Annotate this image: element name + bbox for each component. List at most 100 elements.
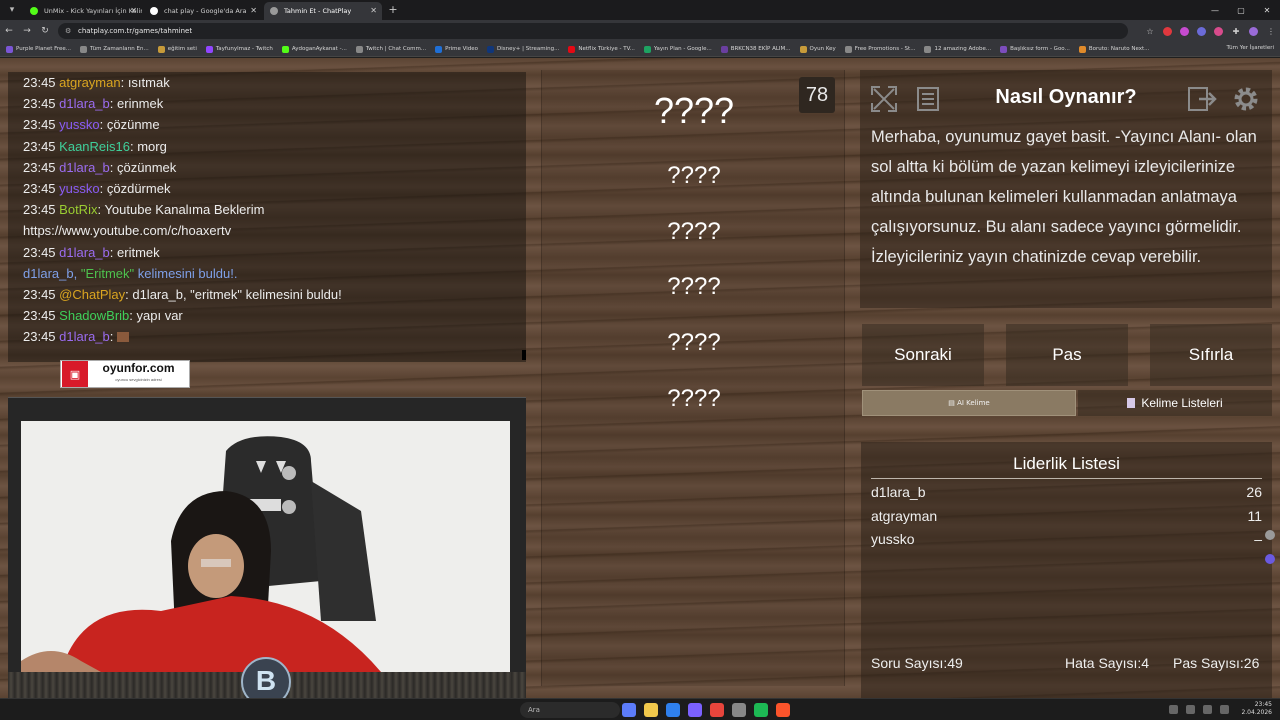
taskbar-search[interactable]: Ara: [520, 702, 620, 718]
chat-message: https://www.youtube.com/c/hoaxertv: [23, 223, 232, 239]
chat-message: 23:45 KaanReis16: morg: [23, 138, 167, 154]
close-tab-icon[interactable]: ✕: [250, 2, 257, 20]
leaderboard-row: yussko –: [871, 531, 1262, 547]
chat-message: 23:45 yussko: çözdürmek: [23, 181, 171, 197]
chat-username: d1lara_b: [59, 329, 110, 345]
bookmark-item[interactable]: AydoganAykanat -...: [281, 45, 347, 53]
bookmark-item[interactable]: Tayfunylmaz - Twitch: [205, 45, 273, 53]
extension-icon[interactable]: [1180, 26, 1189, 36]
chat-message: 23:45 atgrayman: ısıtmak: [23, 75, 170, 90]
url-input[interactable]: ⚙ chatplay.com.tr/games/tahminet: [58, 23, 1128, 39]
bookmark-item[interactable]: Disney+ | Streaming...: [487, 45, 559, 53]
bookmark-item[interactable]: Başlıksız form - Goo...: [1000, 45, 1070, 53]
window-controls: — ▢ ✕: [1202, 0, 1280, 20]
close-tab-icon[interactable]: ✕: [130, 2, 137, 20]
bookmark-item[interactable]: BRKCN38 EKİP ALIM...: [720, 45, 791, 53]
extension-icon[interactable]: [1163, 26, 1172, 36]
chatplay-icon: [270, 7, 278, 15]
reload-icon[interactable]: ↻: [36, 26, 54, 36]
discord-icon[interactable]: [1265, 554, 1275, 564]
webcam-frame: B: [8, 397, 526, 698]
extension-icon[interactable]: [1214, 26, 1223, 36]
maximize-icon[interactable]: ▢: [1228, 6, 1254, 15]
clock[interactable]: 23:45 2.04.2026: [1241, 701, 1272, 717]
exit-icon[interactable]: [1186, 83, 1218, 115]
bookmark-item[interactable]: Purple Planet Free...: [6, 45, 71, 53]
discord-icon[interactable]: [688, 703, 702, 717]
reset-button[interactable]: Sıfırla: [1150, 324, 1272, 386]
back-icon[interactable]: ←: [0, 26, 18, 36]
word-lists-button[interactable]: Kelime Listeleri: [1078, 390, 1272, 416]
tray-icon[interactable]: [1169, 704, 1179, 714]
ai-icon: ▤: [948, 399, 958, 407]
tab-title: Tahmin Et - ChatPlay: [284, 7, 352, 15]
bookmark-item[interactable]: Oyun Key: [799, 45, 836, 53]
how-to-play-text: Merhaba, oyunumuz gayet basit. -Yayıncı …: [871, 128, 1257, 266]
settings-gear-icon[interactable]: [1230, 83, 1262, 115]
chat-username: d1lara_b: [59, 96, 110, 112]
extension-icon[interactable]: [1265, 530, 1275, 540]
twitch-icon: ▣: [62, 361, 88, 387]
chat-message: 23:45 ShadowBrib: yapı var: [23, 308, 183, 324]
pass-count: Pas Sayısı:26: [1173, 655, 1260, 671]
bookmark-item[interactable]: 12 amazing Adobe...: [924, 45, 991, 53]
bookmark-icon: [720, 45, 728, 53]
bookmark-item[interactable]: Netflix Türkiye - TV...: [568, 45, 635, 53]
bookmark-item[interactable]: Free Promotions - St...: [844, 45, 915, 53]
minimize-icon[interactable]: —: [1202, 6, 1228, 15]
all-bookmarks-link[interactable]: Tüm Yer İşaretleri: [1227, 45, 1274, 51]
profile-avatar[interactable]: [1249, 26, 1258, 36]
chat-username: yussko: [59, 117, 100, 133]
forward-icon[interactable]: →: [18, 26, 36, 36]
google-icon: [150, 7, 158, 15]
forbidden-word: ????: [667, 329, 721, 356]
puzzle-icon[interactable]: ✚: [1227, 27, 1245, 36]
task-view-icon[interactable]: [622, 703, 636, 717]
chat-username: @ChatPlay: [59, 287, 126, 303]
volume-icon[interactable]: [1220, 704, 1230, 714]
bookmark-item[interactable]: Twitch | Chat Comm...: [355, 45, 426, 53]
bookmark-item[interactable]: eğitim seti: [157, 45, 197, 53]
bookmark-icon: [924, 45, 932, 53]
tab-unmix[interactable]: UnMix - Kick Yayınları İçin Kelim ✕: [24, 2, 142, 20]
forms-icon: [1000, 45, 1008, 53]
bookmark-star-icon[interactable]: ☆: [1141, 27, 1159, 36]
tab-search-icon[interactable]: ▾: [0, 0, 24, 20]
file-explorer-icon[interactable]: [644, 703, 658, 717]
pass-button[interactable]: Pas: [1006, 324, 1128, 386]
target-word: ????: [653, 90, 735, 131]
chat-message: 23:45 d1lara_b: çözünmek: [23, 159, 177, 175]
bookmark-item[interactable]: Tüm Zamanların En...: [80, 45, 149, 53]
extension-icon[interactable]: [1197, 26, 1206, 36]
chat-message: 23:45 d1lara_b:: [23, 326, 526, 347]
bookmark-item[interactable]: Boruto: Naruto Next...: [1078, 45, 1149, 53]
tab-title: chat play - Google'da Ara: [164, 7, 247, 15]
close-tab-icon[interactable]: ✕: [370, 2, 377, 20]
spotify-icon[interactable]: [754, 703, 768, 717]
brave-icon[interactable]: [776, 703, 790, 717]
game-page: 23:45 atgrayman: ısıtmak 23:45 d1lara_b:…: [0, 58, 1280, 698]
forbidden-word: ????: [667, 162, 721, 189]
new-tab-button[interactable]: +: [384, 2, 402, 20]
site-info-icon[interactable]: ⚙: [65, 23, 71, 39]
app-icon[interactable]: [666, 703, 680, 717]
next-button[interactable]: Sonraki: [862, 324, 984, 386]
wifi-icon[interactable]: [1203, 704, 1213, 714]
extensions-area: ☆ ✚ ⋮: [1141, 23, 1280, 39]
tab-title: UnMix - Kick Yayınları İçin Kelim: [44, 7, 142, 15]
bookmark-item[interactable]: Yayın Plan - Google...: [643, 45, 712, 53]
tab-google-search[interactable]: chat play - Google'da Ara ✕: [144, 2, 262, 20]
app-icon[interactable]: [732, 703, 746, 717]
chrome-icon[interactable]: [710, 703, 724, 717]
chat-scrollbar[interactable]: [522, 350, 526, 360]
tray-icon[interactable]: [1186, 704, 1196, 714]
bookmark-icon: [1078, 45, 1086, 53]
tab-chatplay[interactable]: Tahmin Et - ChatPlay ✕: [264, 2, 382, 20]
kick-icon: [30, 7, 38, 15]
close-window-icon[interactable]: ✕: [1254, 6, 1280, 15]
ai-word-button[interactable]: ▤ AI Kelime: [862, 390, 1076, 416]
taskbar: Ara 23:45 2.04.2026: [0, 698, 1280, 720]
menu-icon[interactable]: ⋮: [1262, 27, 1280, 36]
chat-username: BotRix: [59, 202, 98, 218]
bookmark-item[interactable]: Prime Video: [435, 45, 478, 53]
